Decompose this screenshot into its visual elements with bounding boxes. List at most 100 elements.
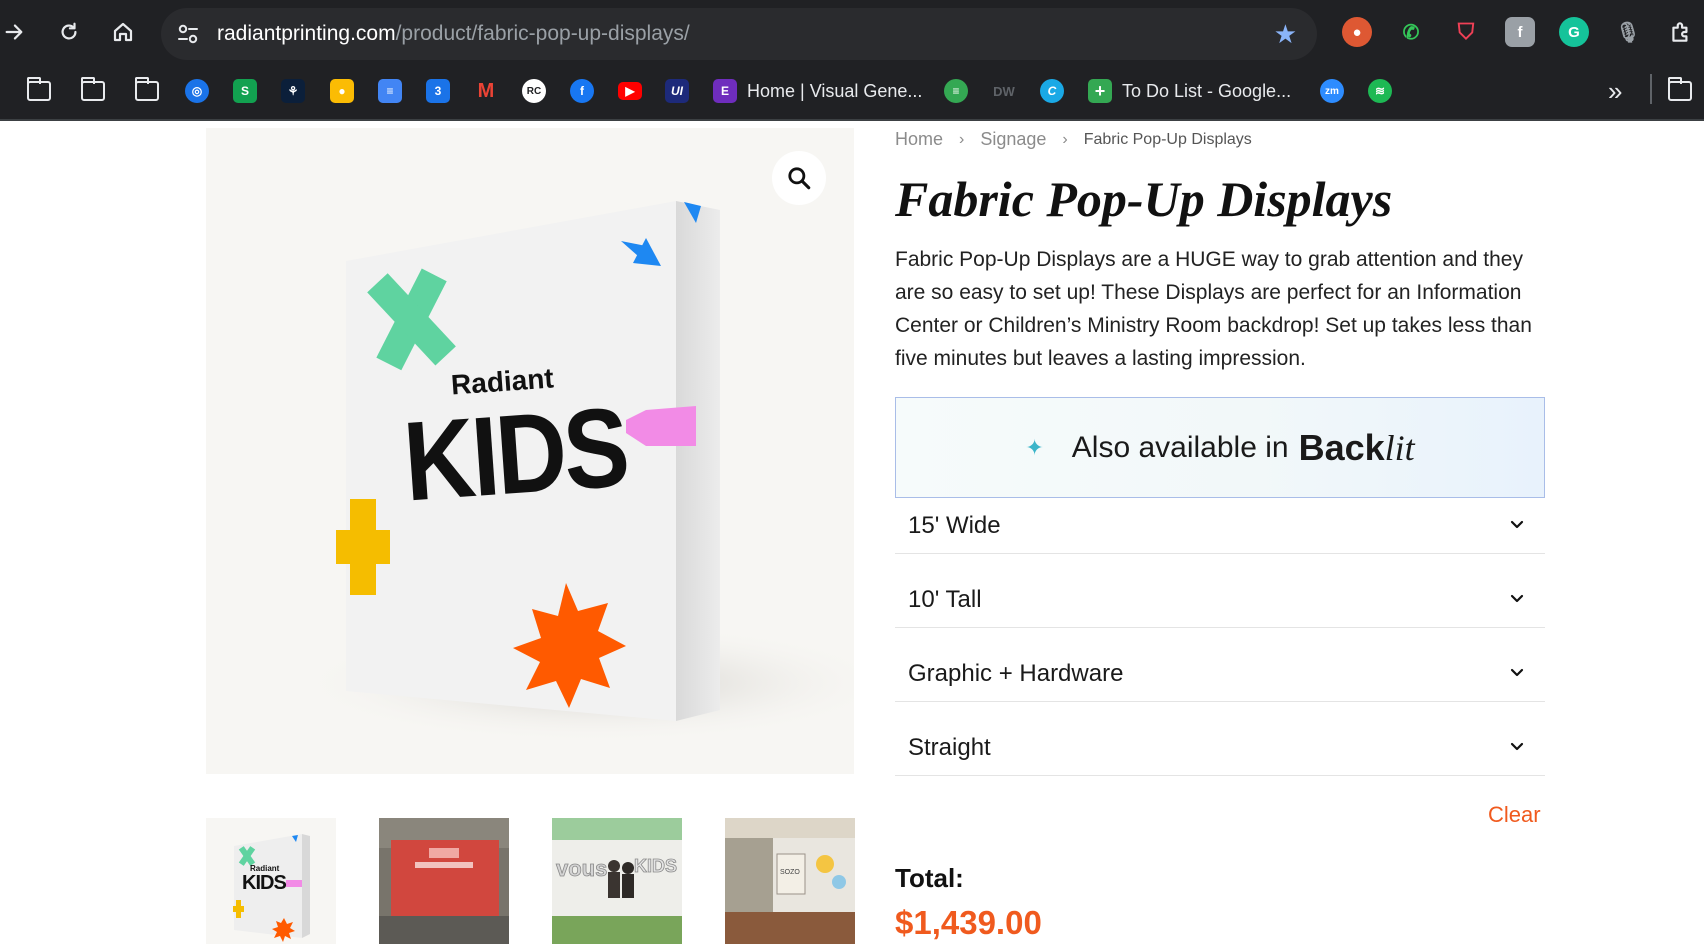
bookmark-visual-genome[interactable]: E Home | Visual Gene... [713,78,922,104]
keep-bulb-icon: ● [330,79,354,103]
bookmark-sheets[interactable]: ≡ [944,78,968,104]
chevron-down-icon [1510,520,1524,529]
bookmark-youtube[interactable]: ▶ [618,78,642,104]
size-width-select[interactable]: 15' Wide [895,499,1545,554]
browser-chrome: radiantprinting.com/product/fabric-pop-u… [0,0,1704,121]
home-icon [113,22,133,42]
youtube-icon: ▶ [618,82,642,100]
thumbnail-red-backdrop-image [379,818,509,944]
reload-icon [61,22,77,40]
bookmark-folder-1[interactable] [27,77,51,104]
thumbnail-3[interactable]: vous KIDS [552,818,682,944]
bookmark-gmail[interactable]: M [474,78,498,104]
phone-extension-icon[interactable]: ✆ [1396,17,1426,47]
breadcrumb: Home › Signage › Fabric Pop-Up Displays [895,129,1252,150]
bookmark-ui[interactable]: UI [665,78,689,104]
product-main-image[interactable]: Radiant KIDS [206,128,854,774]
folder-icon [27,77,51,101]
calendar-icon: 3 [426,79,450,103]
bookmark-docs[interactable]: ≡ [378,78,402,104]
bookmark-tree[interactable]: ⚘ [281,78,305,104]
duckduckgo-extension-icon[interactable]: ● [1342,17,1372,47]
select-value: 10' Tall [908,586,982,613]
breadcrumb-signage-link[interactable]: Signage [980,129,1046,150]
folder-icon [81,77,105,101]
gmail-icon: M [477,79,495,102]
bookmark-folder-3[interactable] [135,77,159,104]
address-bar[interactable]: radiantprinting.com/product/fabric-pop-u… [161,8,1317,60]
tree-icon: ⚘ [281,79,305,103]
canva-icon: C [1040,79,1064,103]
svg-text:KIDS: KIDS [634,856,677,876]
sheets-list-icon: ≡ [944,79,968,103]
bookmark-canva[interactable]: C [1040,78,1064,104]
spotify-icon: ≋ [1368,79,1392,103]
backlit-banner-text: Also available in [1071,430,1289,464]
reload-button[interactable] [51,14,87,50]
shape-select[interactable]: Straight [895,721,1545,776]
bookmark-search[interactable]: ◎ [185,78,209,104]
thumbnail-4[interactable]: SOZO [725,818,855,944]
total-price: $1,439.00 [895,904,1042,941]
product-description: Fabric Pop-Up Displays are a HUGE way to… [895,248,1532,370]
bookmark-dw[interactable]: DW [992,78,1016,104]
select-value: 15' Wide [908,512,1001,539]
thumbnail-sozo-kids-room-image: SOZO [725,818,855,944]
bookmarks-bar: ◎ S ⚘ ● ≡ 3 M RC f ▶ UI E Home | Visual G… [0,68,1704,112]
bookmark-label: Home | Visual Gene... [747,80,923,101]
bookmark-star-icon[interactable]: ★ [1274,20,1297,48]
sparkle-icon: ✦ [1025,434,1044,460]
thumbnail-1[interactable]: Radiant KIDS [206,818,336,944]
bookmark-zoom[interactable]: zm [1320,78,1344,104]
chevron-down-icon [1510,594,1524,603]
bookmark-rc[interactable]: RC [522,78,546,104]
product-thumbnails: Radiant KIDS vous KIDS SOZO [206,818,858,944]
url-domain: radiantprinting.com [217,22,396,45]
package-select[interactable]: Graphic + Hardware [895,647,1545,702]
facebook-icon: f [570,79,594,103]
backlit-logo-b: lit [1384,427,1415,468]
site-info-icon[interactable] [175,21,201,47]
backlit-logo: Backlit [1299,427,1415,469]
url-text[interactable]: radiantprinting.com/product/fabric-pop-u… [217,21,690,47]
microphone-extension-icon[interactable]: 🎙 [1613,17,1643,47]
breadcrumb-home-link[interactable]: Home [895,129,943,150]
green-app-icon: S [233,79,257,103]
folder-icon [135,77,159,101]
search-site-icon: ◎ [185,79,209,103]
bookmark-green-app[interactable]: S [233,78,257,104]
bookmark-folder-2[interactable] [81,77,105,104]
other-bookmarks-folder[interactable] [1668,77,1692,104]
svg-text:vous: vous [556,856,607,881]
product-page: Radiant KIDS Radiant KIDS vous KIDS SOZO… [0,121,1704,944]
home-button[interactable] [105,14,141,50]
size-height-select[interactable]: 10' Tall [895,573,1545,628]
breadcrumb-current: Fabric Pop-Up Displays [1083,130,1252,148]
clear-options-link[interactable]: Clear [1488,802,1541,828]
hero-brand-big: KIDS [399,383,631,525]
bookmark-spotify[interactable]: ≋ [1368,78,1392,104]
rc-circle-icon: RC [522,79,546,103]
pocket-extension-icon[interactable]: ⛉ [1451,17,1481,47]
thumbnail-brand-big: KIDS [242,872,287,894]
magnifier-icon [788,167,811,190]
extensions-puzzle-icon[interactable] [1666,17,1696,47]
bookmark-calendar[interactable]: 3 [426,78,450,104]
visual-genome-icon: E [713,79,737,103]
bookmark-facebook[interactable]: f [570,78,594,104]
thumbnail-2[interactable] [379,818,509,944]
arrow-right-icon [5,24,23,40]
grammarly-extension-icon[interactable]: G [1559,17,1589,47]
zoom-button[interactable] [772,151,826,205]
plus-square-icon: + [1088,79,1112,103]
font-extension-icon[interactable]: f [1505,17,1535,47]
dw-icon: DW [993,83,1015,99]
bookmarks-overflow-button[interactable]: » [1608,76,1622,106]
chevron-down-icon [1510,742,1524,751]
chevron-down-icon [1510,668,1524,677]
folder-icon [1668,77,1692,101]
bookmark-keep[interactable]: ● [330,78,354,104]
backlit-banner[interactable]: ✦ Also available in Backlit [895,397,1545,498]
forward-button[interactable] [0,14,32,50]
bookmark-todo[interactable]: + To Do List - Google... [1088,78,1291,104]
